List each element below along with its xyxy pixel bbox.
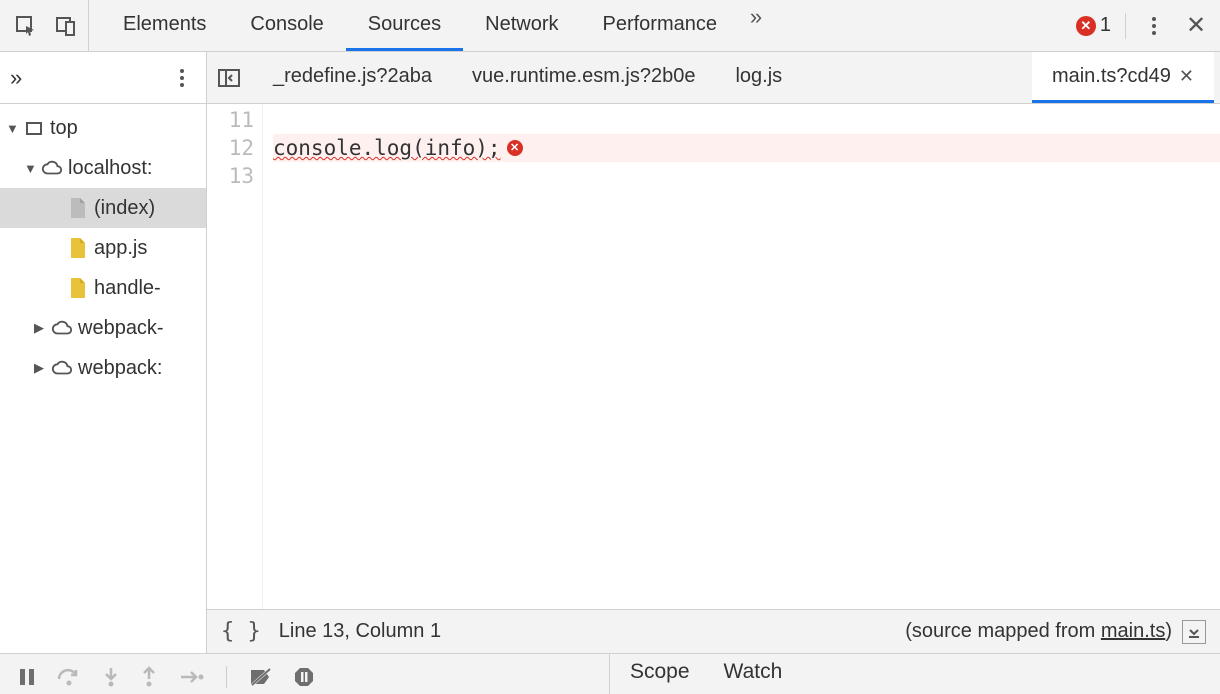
- tree-node-top[interactable]: ▼ top: [0, 108, 206, 148]
- error-icon: ✕: [1076, 16, 1096, 36]
- tab-console[interactable]: Console: [228, 0, 345, 51]
- toggle-navigator-icon[interactable]: [213, 62, 245, 94]
- line-number: 12: [207, 134, 254, 162]
- tree-label: handle-: [94, 277, 161, 300]
- device-toggle-icon[interactable]: [52, 12, 80, 40]
- pretty-print-icon[interactable]: { }: [221, 619, 261, 644]
- status-right: (source mapped from main.ts): [905, 620, 1206, 644]
- main-tabs: Elements Console Sources Network Perform…: [89, 0, 1066, 51]
- inline-error-icon[interactable]: ✕: [507, 140, 523, 156]
- debugger-side-tabs: Scope Watch: [610, 654, 802, 684]
- separator: [1125, 13, 1126, 39]
- step-icon[interactable]: [178, 668, 204, 686]
- step-into-icon[interactable]: [102, 666, 120, 688]
- cloud-icon: [50, 316, 74, 340]
- file-tab-redefine[interactable]: _redefine.js?2aba: [253, 52, 452, 103]
- code-line-error[interactable]: console.log(info); ✕: [273, 134, 1220, 162]
- file-tab-logjs[interactable]: log.js: [715, 52, 802, 103]
- disclosure-triangle-icon[interactable]: ▼: [24, 161, 36, 176]
- tree-label: webpack-: [78, 317, 164, 340]
- tree-node-webpack2[interactable]: ▶ webpack:: [0, 348, 206, 388]
- frame-icon: [22, 116, 46, 140]
- step-out-icon[interactable]: [140, 666, 158, 688]
- pause-icon[interactable]: [18, 667, 36, 687]
- tab-sources[interactable]: Sources: [346, 0, 463, 51]
- disclosure-triangle-icon[interactable]: ▼: [6, 121, 18, 136]
- source-map-link[interactable]: main.ts: [1101, 620, 1165, 642]
- debugger-bar: Scope Watch: [0, 654, 1220, 694]
- file-tab-label: log.js: [735, 65, 782, 88]
- code-editor[interactable]: 11 12 13 console.log(info); ✕: [207, 104, 1220, 609]
- debugger-controls: [0, 654, 610, 694]
- toolbar-left: [0, 0, 89, 51]
- content-area: » ▼ top ▼ localhost:: [0, 52, 1220, 654]
- close-devtools-icon[interactable]: ✕: [1182, 12, 1210, 40]
- tree-node-index[interactable]: (index): [0, 188, 206, 228]
- navigator-sidebar: » ▼ top ▼ localhost:: [0, 52, 207, 653]
- error-count: 1: [1100, 14, 1111, 37]
- deactivate-breakpoints-icon[interactable]: [249, 667, 273, 687]
- separator: [226, 666, 227, 688]
- source-map-info: (source mapped from main.ts): [905, 620, 1172, 643]
- settings-kebab-icon[interactable]: [1140, 12, 1168, 40]
- code-text: console.log(info);: [273, 134, 501, 162]
- tree-node-handle[interactable]: handle-: [0, 268, 206, 308]
- cursor-position: Line 13, Column 1: [279, 620, 441, 643]
- toolbar-right: ✕ 1 ✕: [1066, 12, 1220, 40]
- code-line[interactable]: [273, 162, 1220, 190]
- more-tabs-chevron-icon[interactable]: »: [739, 0, 773, 34]
- file-tab-label: vue.runtime.esm.js?2b0e: [472, 65, 695, 88]
- tab-performance[interactable]: Performance: [581, 0, 740, 51]
- file-tab-label: main.ts?cd49: [1052, 65, 1171, 88]
- devtools-toolbar: Elements Console Sources Network Perform…: [0, 0, 1220, 52]
- code-lines: console.log(info); ✕: [263, 104, 1220, 609]
- close-tab-icon[interactable]: ✕: [1179, 66, 1194, 87]
- editor-panel: _redefine.js?2aba vue.runtime.esm.js?2b0…: [207, 52, 1220, 653]
- file-tab-main-ts[interactable]: main.ts?cd49 ✕: [1032, 52, 1214, 103]
- file-tree: ▼ top ▼ localhost: (index): [0, 104, 206, 653]
- tree-label: app.js: [94, 237, 147, 260]
- editor-status-bar: { } Line 13, Column 1 (source mapped fro…: [207, 609, 1220, 653]
- pause-on-exceptions-icon[interactable]: [293, 666, 315, 688]
- inspect-icon[interactable]: [12, 12, 40, 40]
- sidebar-more-icon[interactable]: »: [10, 65, 22, 91]
- line-number: 13: [207, 162, 254, 190]
- code-line[interactable]: [273, 106, 1220, 134]
- sidebar-kebab-icon[interactable]: [168, 64, 196, 92]
- sidebar-header: »: [0, 52, 206, 104]
- line-gutter: 11 12 13: [207, 104, 263, 609]
- tree-label: (index): [94, 197, 155, 220]
- tree-node-localhost[interactable]: ▼ localhost:: [0, 148, 206, 188]
- file-icon: [66, 196, 90, 220]
- tree-label: webpack:: [78, 357, 163, 380]
- tab-elements[interactable]: Elements: [101, 0, 228, 51]
- cloud-icon: [50, 356, 74, 380]
- disclosure-triangle-icon[interactable]: ▶: [34, 320, 46, 336]
- collapse-panel-icon[interactable]: [1182, 620, 1206, 644]
- step-over-icon[interactable]: [56, 667, 82, 687]
- error-count-badge[interactable]: ✕ 1: [1076, 14, 1111, 37]
- tab-scope[interactable]: Scope: [630, 660, 690, 684]
- tab-watch[interactable]: Watch: [724, 660, 783, 684]
- js-file-icon: [66, 236, 90, 260]
- cloud-icon: [40, 156, 64, 180]
- js-file-icon: [66, 276, 90, 300]
- disclosure-triangle-icon[interactable]: ▶: [34, 360, 46, 376]
- tab-network[interactable]: Network: [463, 0, 580, 51]
- tree-node-appjs[interactable]: app.js: [0, 228, 206, 268]
- tree-label: localhost:: [68, 157, 153, 180]
- file-tabs: _redefine.js?2aba vue.runtime.esm.js?2b0…: [207, 52, 1220, 104]
- file-tab-vue-runtime[interactable]: vue.runtime.esm.js?2b0e: [452, 52, 715, 103]
- file-tab-label: _redefine.js?2aba: [273, 65, 432, 88]
- tree-node-webpack1[interactable]: ▶ webpack-: [0, 308, 206, 348]
- line-number: 11: [207, 106, 254, 134]
- tree-label: top: [50, 117, 78, 140]
